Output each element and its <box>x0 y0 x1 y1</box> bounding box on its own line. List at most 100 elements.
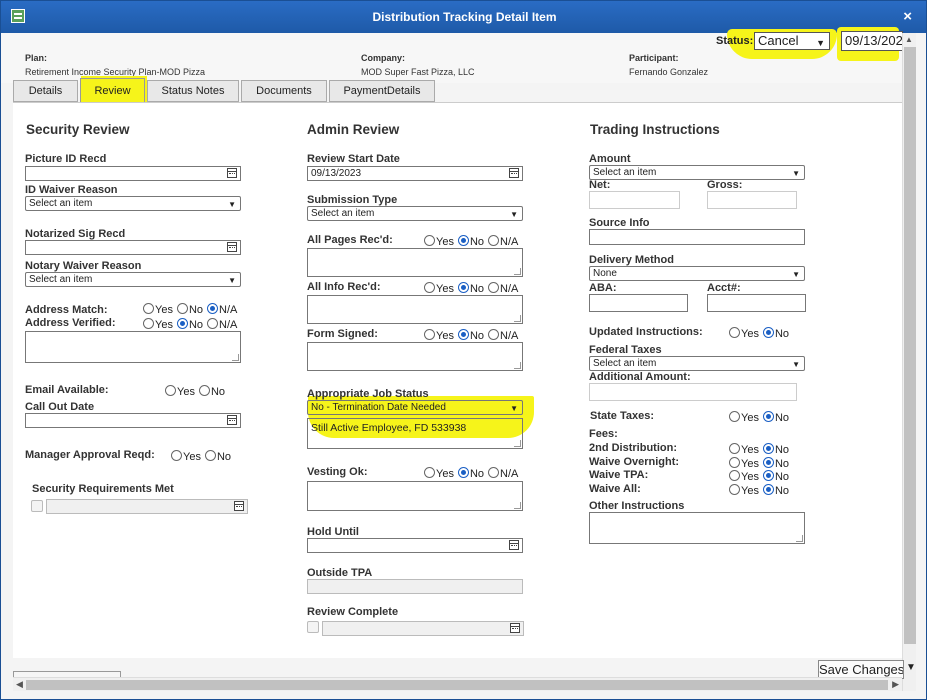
address-notes-textarea[interactable] <box>25 331 241 363</box>
notary-waiver-select[interactable]: Select an item ▼ <box>25 272 241 287</box>
waive-all-yes[interactable]: Yes <box>729 484 759 497</box>
job-status-select[interactable]: No - Termination Date Needed ▼ <box>307 400 523 415</box>
picture-id-date-input[interactable] <box>25 166 241 181</box>
vesting-textarea[interactable] <box>307 481 523 511</box>
requirements-met-date-input[interactable] <box>46 499 248 514</box>
caret-down-icon[interactable]: ▼ <box>906 662 916 673</box>
all-pages-textarea[interactable] <box>307 248 523 277</box>
form-signed-yes[interactable]: Yes <box>424 329 454 342</box>
no-label: No <box>188 319 204 331</box>
waive-overnight-yes[interactable]: Yes <box>729 457 759 470</box>
review-complete-checkbox[interactable] <box>307 621 319 633</box>
close-icon[interactable]: × <box>903 8 912 25</box>
tab-status-notes[interactable]: Status Notes <box>147 80 239 102</box>
address-verified-na[interactable]: N/A <box>207 318 237 331</box>
submission-type-select[interactable]: Select an item ▼ <box>307 206 523 221</box>
acct-input[interactable] <box>707 294 806 312</box>
vesting-no[interactable]: No <box>457 467 484 480</box>
review-complete-date-input[interactable] <box>322 621 524 636</box>
additional-amount-input[interactable] <box>589 383 797 401</box>
federal-taxes-value: Select an item <box>593 358 657 369</box>
state-taxes-no[interactable]: No <box>762 411 789 424</box>
federal-taxes-select[interactable]: Select an item ▼ <box>589 356 805 371</box>
state-taxes-label: State Taxes: <box>590 410 654 422</box>
second-distribution-no[interactable]: No <box>762 443 789 456</box>
horizontal-scrollbar[interactable]: ◀ ▶ <box>13 677 902 691</box>
gross-input[interactable] <box>707 191 797 209</box>
waive-tpa-no[interactable]: No <box>762 470 789 483</box>
amount-label: Amount <box>589 153 631 165</box>
form-signed-textarea[interactable] <box>307 342 523 371</box>
all-pages-no[interactable]: No <box>457 235 484 248</box>
na-label: N/A <box>219 304 238 316</box>
calendar-icon[interactable] <box>227 168 237 178</box>
tab-review[interactable]: Review <box>80 78 145 104</box>
vesting-na[interactable]: N/A <box>488 467 518 480</box>
job-notes-textarea[interactable]: Still Active Employee, FD 533938 <box>307 418 523 449</box>
state-taxes-yes[interactable]: Yes <box>729 411 759 424</box>
second-distribution-yes[interactable]: Yes <box>729 443 759 456</box>
horizontal-scroll-thumb[interactable] <box>26 680 888 690</box>
address-verified-no[interactable]: No <box>176 318 204 331</box>
all-info-na[interactable]: N/A <box>488 282 518 295</box>
notarized-date-input[interactable] <box>25 240 241 255</box>
tab-payment-details[interactable]: PaymentDetails <box>329 80 435 102</box>
tab-documents[interactable]: Documents <box>241 80 327 102</box>
amount-select[interactable]: Select an item ▼ <box>589 165 805 180</box>
fees-label: Fees: <box>589 428 618 440</box>
calendar-icon[interactable] <box>234 501 244 511</box>
id-waiver-select[interactable]: Select an item ▼ <box>25 196 241 211</box>
scroll-right-icon[interactable]: ▶ <box>892 679 899 690</box>
address-match-na[interactable]: N/A <box>207 303 238 316</box>
yes-label: Yes <box>436 468 454 480</box>
scroll-up-icon[interactable]: ▲ <box>905 35 913 44</box>
email-available-yes[interactable]: Yes <box>165 385 195 398</box>
address-match-yes[interactable]: Yes <box>143 303 173 316</box>
calendar-icon[interactable] <box>227 415 237 425</box>
requirements-met-checkbox[interactable] <box>31 500 43 512</box>
hold-until-date-input[interactable] <box>307 538 523 553</box>
vertical-scroll-thumb[interactable] <box>904 47 916 644</box>
form-signed-na[interactable]: N/A <box>488 329 518 342</box>
calendar-icon[interactable] <box>227 242 237 252</box>
radio-icon <box>143 318 154 329</box>
status-date-input[interactable]: 09/13/202 <box>841 31 903 51</box>
no-label: No <box>216 451 232 463</box>
all-info-textarea[interactable] <box>307 295 523 324</box>
net-input[interactable] <box>589 191 680 209</box>
no-label: No <box>188 304 204 316</box>
scroll-left-icon[interactable]: ◀ <box>16 679 23 690</box>
other-instructions-textarea[interactable] <box>589 512 805 544</box>
other-instructions-label: Other Instructions <box>589 500 685 512</box>
outside-tpa-input[interactable] <box>307 579 523 594</box>
manager-approval-yes[interactable]: Yes <box>171 450 201 463</box>
aba-input[interactable] <box>589 294 688 312</box>
chevron-down-icon: ▼ <box>816 38 825 48</box>
tab-details[interactable]: Details <box>13 80 78 102</box>
form-signed-no[interactable]: No <box>457 329 484 342</box>
form-signed-label: Form Signed: <box>307 328 378 340</box>
calendar-icon[interactable] <box>510 623 520 633</box>
vertical-scrollbar[interactable]: ▲ <box>902 33 916 691</box>
address-verified-yes[interactable]: Yes <box>143 318 173 331</box>
waive-tpa-yes[interactable]: Yes <box>729 470 759 483</box>
source-info-input[interactable] <box>589 229 805 245</box>
all-info-yes[interactable]: Yes <box>424 282 454 295</box>
call-out-date-input[interactable] <box>25 413 241 428</box>
all-pages-yes[interactable]: Yes <box>424 235 454 248</box>
review-start-date-input[interactable]: 09/13/2023 <box>307 166 523 181</box>
updated-instructions-yes[interactable]: Yes <box>729 327 759 340</box>
email-available-no[interactable]: No <box>198 385 225 398</box>
status-select[interactable]: Cancel ▼ <box>754 32 830 50</box>
waive-all-no[interactable]: No <box>762 484 789 497</box>
delivery-method-select[interactable]: None ▼ <box>589 266 805 281</box>
all-pages-na[interactable]: N/A <box>488 235 518 248</box>
calendar-icon[interactable] <box>509 540 519 550</box>
address-match-no[interactable]: No <box>176 303 204 316</box>
all-info-no[interactable]: No <box>457 282 484 295</box>
calendar-icon[interactable] <box>509 168 519 178</box>
vesting-yes[interactable]: Yes <box>424 467 454 480</box>
manager-approval-no[interactable]: No <box>204 450 232 463</box>
waive-overnight-no[interactable]: No <box>762 457 789 470</box>
updated-instructions-no[interactable]: No <box>762 327 789 340</box>
